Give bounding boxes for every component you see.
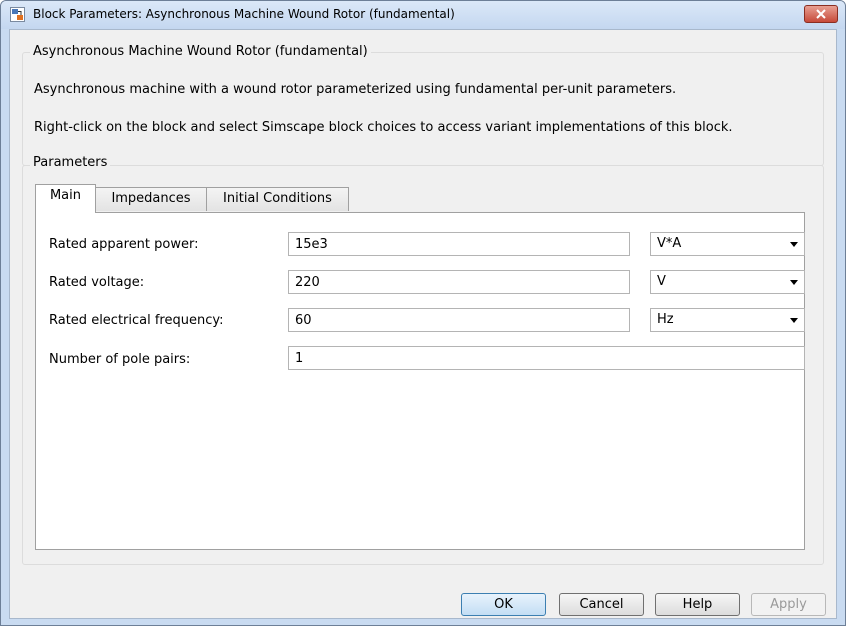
rated-electrical-frequency-label: Rated electrical frequency: [49, 313, 224, 328]
parameters-group-title: Parameters [30, 155, 111, 170]
close-button[interactable] [804, 5, 838, 23]
help-button[interactable]: Help [655, 593, 740, 616]
simulink-block-icon [10, 7, 25, 22]
number-of-pole-pairs-label: Number of pole pairs: [49, 352, 191, 367]
tab-initial-conditions[interactable]: Initial Conditions [206, 187, 349, 211]
unit-value: V [657, 274, 666, 289]
ok-button[interactable]: OK [461, 593, 546, 616]
rated-apparent-power-unit-select[interactable]: V*A [650, 232, 805, 256]
dialog-client-area: Asynchronous Machine Wound Rotor (fundam… [9, 29, 837, 619]
number-of-pole-pairs-input[interactable] [288, 346, 805, 370]
tab-main[interactable]: Main [35, 184, 96, 213]
dialog-window: Block Parameters: Asynchronous Machine W… [0, 0, 846, 626]
rated-voltage-unit-select[interactable]: V [650, 270, 805, 294]
window-title: Block Parameters: Asynchronous Machine W… [33, 7, 455, 21]
unit-value: Hz [657, 312, 674, 327]
rated-apparent-power-label: Rated apparent power: [49, 237, 199, 252]
title-bar[interactable]: Block Parameters: Asynchronous Machine W… [1, 1, 845, 29]
tab-impedances[interactable]: Impedances [95, 187, 207, 211]
rated-electrical-frequency-input[interactable] [288, 308, 630, 332]
chevron-down-icon [790, 318, 798, 323]
rated-electrical-frequency-unit-select[interactable]: Hz [650, 308, 805, 332]
unit-value: V*A [657, 236, 682, 251]
block-description: Asynchronous machine with a wound rotor … [34, 82, 677, 97]
close-icon [816, 9, 826, 19]
chevron-down-icon [790, 242, 798, 247]
chevron-down-icon [790, 280, 798, 285]
block-description-group [22, 52, 824, 166]
block-hint: Right-click on the block and select Sims… [34, 120, 733, 135]
rated-voltage-label: Rated voltage: [49, 275, 145, 290]
cancel-button[interactable]: Cancel [559, 593, 644, 616]
tab-panel-main: Rated apparent power: V*A Rated voltage:… [35, 212, 805, 550]
apply-button[interactable]: Apply [751, 593, 826, 616]
block-group-title: Asynchronous Machine Wound Rotor (fundam… [30, 44, 371, 59]
rated-voltage-input[interactable] [288, 270, 630, 294]
rated-apparent-power-input[interactable] [288, 232, 630, 256]
